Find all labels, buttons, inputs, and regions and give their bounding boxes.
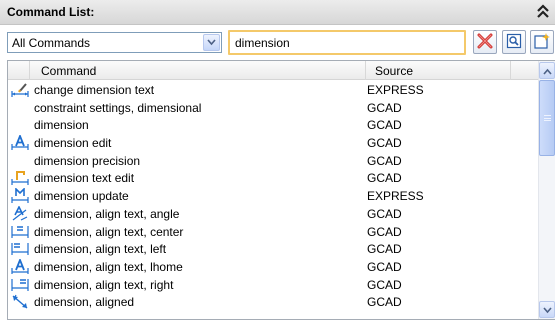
command-list-toolbar: All Commands dimension [0,25,555,57]
dim-text-center-icon [11,224,29,240]
command-source: GCAD [367,136,402,151]
table-row[interactable]: dimension GCAD [8,116,539,134]
table-row[interactable]: dimension update EXPRESS [8,187,539,205]
command-search-input[interactable]: dimension [228,30,466,55]
command-name: constraint settings, dimensional [34,100,202,115]
table-row[interactable]: dimension text edit GCAD [8,169,539,187]
command-filter-value: All Commands [12,36,91,50]
command-name: dimension text edit [34,171,135,186]
table-row[interactable]: dimension, align text, lhome GCAD [8,257,539,276]
command-source: GCAD [367,259,402,274]
icon-column-header[interactable] [8,61,30,80]
command-source: GCAD [367,153,402,168]
command-source: GCAD [367,224,402,239]
chevron-down-icon[interactable] [203,34,220,51]
command-name: dimension update [34,189,129,204]
command-list: Command Source change dimension text EXP… [7,60,555,320]
command-name: dimension, align text, left [34,242,167,257]
table-row[interactable]: dimension edit GCAD [8,133,539,152]
command-source: GCAD [367,118,402,133]
command-name: dimension precision [34,153,141,168]
dimension-text-edit-icon [11,170,29,186]
command-source: GCAD [367,242,402,257]
vertical-scrollbar[interactable] [538,61,555,319]
chevron-down-icon [542,303,552,317]
command-name: dimension, align text, right [34,277,174,292]
dimension-aligned-icon [11,294,29,310]
dimension-edit-text-icon [11,82,29,98]
dimension-edit-icon [11,133,29,151]
clear-search-button[interactable] [473,30,497,54]
command-filter-select[interactable]: All Commands [7,32,222,53]
command-name: dimension, align text, angle [34,206,180,221]
new-command-button[interactable] [530,30,554,54]
dimension-update-icon [11,187,29,204]
command-column-header[interactable]: Command [30,61,366,80]
chevron-up-icon [542,64,552,78]
table-row[interactable]: dimension, align text, left GCAD [8,240,539,258]
table-body: change dimension text EXPRESS constraint… [8,81,539,320]
dim-text-right-icon [11,277,29,293]
command-name: dimension edit [34,136,112,151]
magnifier-icon [506,33,522,52]
dim-text-angle-icon [11,205,29,222]
command-name: dimension, align text, center [34,224,184,239]
command-source: EXPRESS [367,83,424,97]
table-row[interactable]: dimension, align text, angle GCAD [8,205,539,223]
table-row[interactable]: constraint settings, dimensional GCAD [8,99,539,117]
scroll-thumb[interactable] [539,80,555,156]
search-input-value: dimension [235,36,290,50]
table-header: Command Source [8,61,539,80]
command-name: change dimension text [34,83,155,97]
command-name: dimension, align text, lhome [34,259,183,274]
command-source: GCAD [367,295,402,310]
source-column-header[interactable]: Source [366,61,511,80]
table-row[interactable]: dimension, align text, right GCAD [8,276,539,294]
dim-text-home-icon [11,257,29,275]
scroll-up-button[interactable] [539,62,555,79]
table-row[interactable]: dimension, align text, center GCAD [8,223,539,241]
command-name: dimension, aligned [34,295,135,310]
table-row[interactable]: dimension precision GCAD [8,152,539,170]
double-chevron-up-icon[interactable] [535,3,551,21]
panel-title: Command List: [7,5,95,19]
command-source: GCAD [367,206,402,221]
scroll-down-button[interactable] [539,301,555,318]
command-source: GCAD [367,277,402,292]
dim-text-left-icon [11,241,29,257]
command-source: GCAD [367,100,402,115]
find-button[interactable] [502,30,526,54]
new-document-icon [533,32,551,53]
red-x-icon [477,33,493,52]
table-row[interactable]: change dimension text EXPRESS [8,81,539,99]
command-name: dimension [34,118,89,133]
table-row[interactable]: dimension, aligned GCAD [8,293,539,311]
extra-column-header [511,61,539,80]
panel-title-bar: Command List: [0,0,555,25]
command-source: EXPRESS [367,189,424,204]
command-source: GCAD [367,171,402,186]
